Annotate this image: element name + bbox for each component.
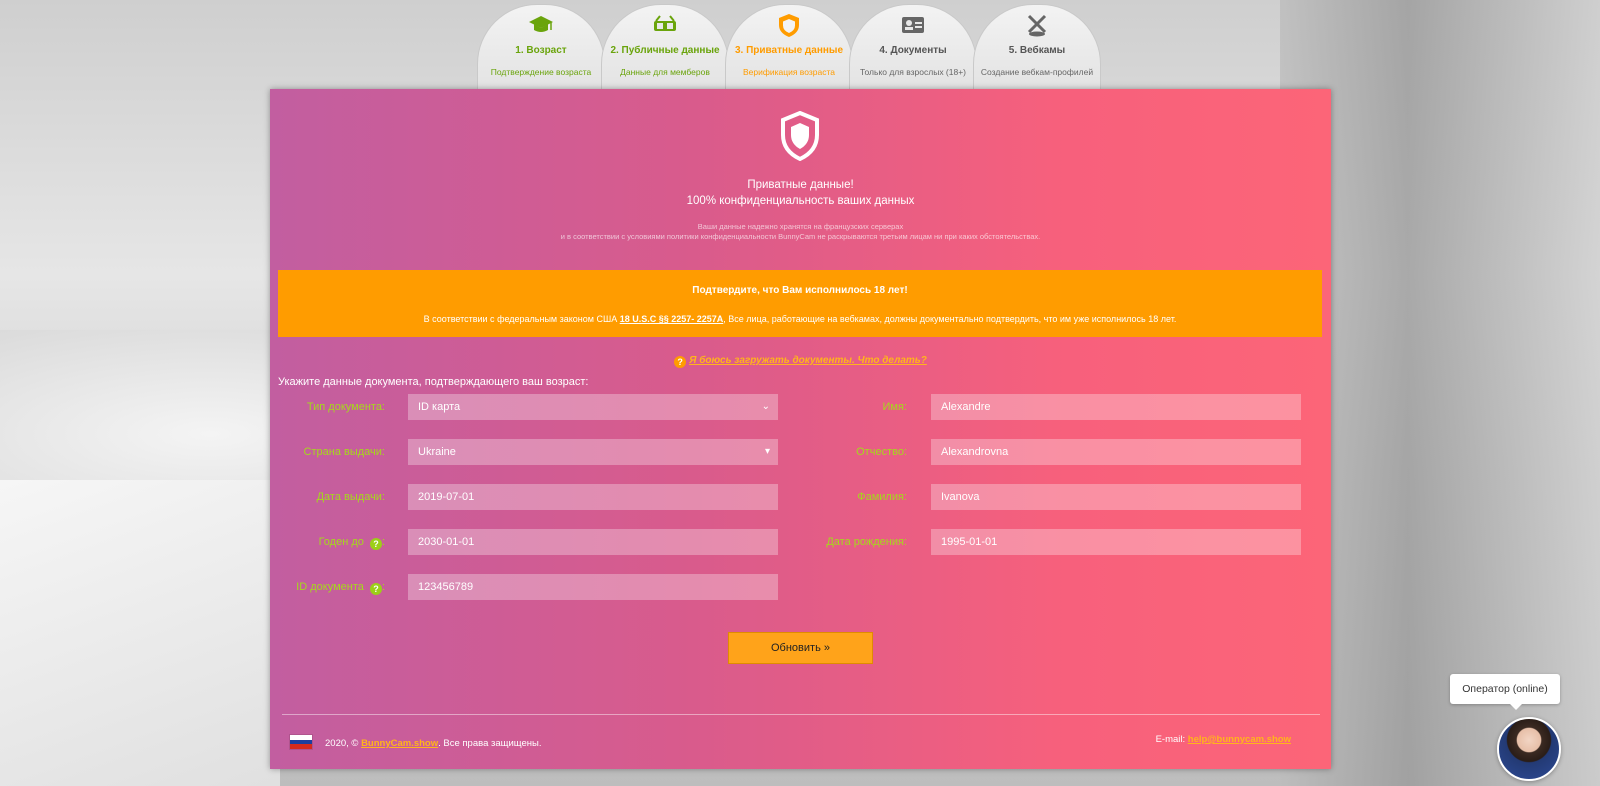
first-name-input[interactable]: Alexandre: [931, 394, 1301, 420]
russian-flag-icon[interactable]: [289, 734, 313, 750]
tab-title: 2. Публичные данные: [610, 45, 720, 56]
tab-subtitle: Данные для мемберов: [620, 67, 710, 77]
copyright-prefix: 2020, ©: [325, 738, 362, 749]
chevron-down-icon: ⌄: [761, 401, 770, 412]
copyright-suffix: . Все права защищены.: [438, 738, 542, 749]
private-data-card: Приватные данные! 100% конфиденциальност…: [270, 89, 1331, 769]
first-name-label: Имя:: [882, 401, 907, 413]
operator-avatar[interactable]: [1497, 717, 1561, 781]
headline-line1: Приватные данные!: [747, 179, 854, 191]
doc-type-select[interactable]: ID карта ⌄: [408, 394, 778, 420]
graduation-cap-icon: [529, 16, 553, 32]
question-icon: ?: [674, 356, 687, 368]
last-name-label: Фамилия:: [857, 491, 907, 503]
tab-title: 1. Возраст: [515, 45, 567, 56]
tab-subtitle: Подтверждение возраста: [490, 67, 592, 77]
afraid-upload-link[interactable]: Я боюсь загружать документы. Что делать?: [689, 355, 927, 366]
tab-private-data[interactable]: 3. Приватные данные Верификация возраста: [725, 4, 853, 90]
caret-down-icon: ▾: [764, 446, 770, 457]
footer-email: E-mail: help@bunnycam.show: [1156, 734, 1291, 745]
microphone-icon: [1027, 14, 1047, 37]
headline-line2: 100% конфиденциальность ваших данных: [686, 195, 915, 207]
id-card-icon: [902, 17, 924, 33]
shield-icon: [781, 111, 819, 161]
doc-id-label: ID документа ?:: [296, 581, 385, 595]
tab-age[interactable]: 1. Возраст Подтверждение возраста: [477, 4, 605, 90]
tab-subtitle: Верификация возраста: [742, 67, 835, 77]
middle-name-input[interactable]: Alexandrovna: [931, 439, 1301, 465]
glasses-icon: [654, 15, 676, 31]
issue-date-input[interactable]: 2019-07-01: [408, 484, 778, 510]
tab-documents[interactable]: 4. Документы Только для взрослых (18+): [849, 4, 977, 90]
birth-date-input[interactable]: 1995-01-01: [931, 529, 1301, 555]
step-tabs: 1. Возраст Подтверждение возраста 2. Пуб…: [477, 4, 1101, 90]
issue-date-label: Дата выдачи:: [316, 491, 385, 503]
doc-id-label-text: ID документа: [296, 581, 364, 593]
tab-title: 3. Приватные данные: [734, 45, 844, 56]
doc-id-input[interactable]: 123456789: [408, 574, 778, 600]
alert-title: Подтвердите, что Вам исполнилось 18 лет!: [692, 285, 908, 296]
valid-until-label: Годен до ?:: [318, 536, 385, 550]
birth-date-label: Дата рождения:: [826, 536, 907, 548]
valid-until-label-text: Годен до: [318, 536, 364, 548]
form-title: Укажите данные документа, подтверждающег…: [278, 376, 589, 388]
tab-title: 4. Документы: [879, 45, 947, 56]
country-select[interactable]: Ukraine ▾: [408, 439, 778, 465]
middle-name-label: Отчество:: [856, 446, 907, 458]
tab-subtitle: Только для взрослых (18+): [859, 67, 967, 77]
alert-text-after: , Все лица, работающие на вебкамах, долж…: [723, 314, 1177, 324]
copyright: 2020, © BunnyCam.show. Все права защищен…: [325, 738, 541, 749]
shield-icon: [779, 14, 799, 37]
last-name-input[interactable]: Ivanova: [931, 484, 1301, 510]
privacy-note-line2: и в соответствии с условиями политики ко…: [560, 232, 1041, 241]
help-icon[interactable]: ?: [369, 583, 382, 595]
email-label: E-mail:: [1155, 734, 1188, 745]
privacy-note-line1: Ваши данные надежно хранятся на французс…: [697, 222, 904, 231]
help-icon[interactable]: ?: [369, 538, 382, 550]
footer-divider: [282, 714, 1320, 715]
update-button[interactable]: Обновить »: [728, 632, 873, 664]
page-headline: Приватные данные! 100% конфиденциальност…: [270, 177, 1331, 209]
brand-link[interactable]: BunnyCam.show: [361, 738, 438, 749]
law-link[interactable]: 18 U.S.C §§ 2257- 2257A: [620, 314, 724, 324]
tab-title: 5. Вебкамы: [1008, 45, 1066, 56]
doc-type-label: Тип документа:: [306, 401, 385, 413]
tab-public-data[interactable]: 2. Публичные данные Данные для мемберов: [601, 4, 729, 90]
email-link[interactable]: help@bunnycam.show: [1188, 734, 1291, 745]
alert-text-before: В соответствии с федеральным законом США: [423, 314, 620, 324]
privacy-note: Ваши данные надежно хранятся на французс…: [270, 222, 1331, 242]
tab-subtitle: Создание вебкам-профилей: [980, 67, 1094, 77]
help-link-row: ? Я боюсь загружать документы. Что делать…: [270, 355, 1331, 368]
country-label: Страна выдачи:: [303, 446, 385, 458]
background-decoration: [0, 480, 280, 786]
alert-text: В соответствии с федеральным законом США…: [278, 314, 1322, 324]
country-value: Ukraine: [418, 446, 456, 458]
age-alert: Подтвердите, что Вам исполнилось 18 лет!…: [278, 270, 1322, 337]
valid-until-input[interactable]: 2030-01-01: [408, 529, 778, 555]
tab-webcams[interactable]: 5. Вебкамы Создание вебкам-профилей: [973, 4, 1101, 90]
doc-type-value: ID карта: [418, 401, 461, 413]
operator-bubble[interactable]: Оператор (online): [1450, 674, 1560, 710]
